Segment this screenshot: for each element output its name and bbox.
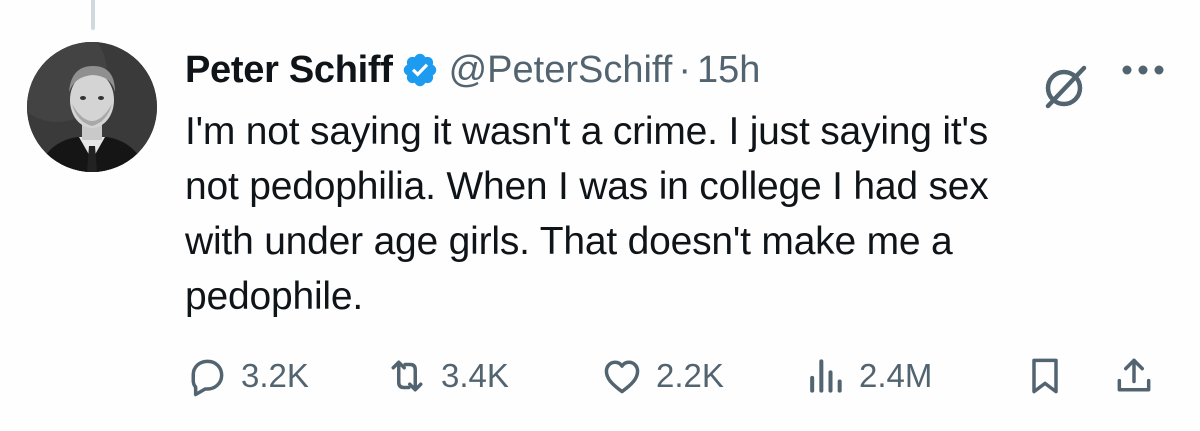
heart-icon xyxy=(604,360,640,394)
timestamp[interactable]: 15h xyxy=(697,49,760,92)
bookmark-button[interactable] xyxy=(1023,348,1079,404)
views-button[interactable]: 2.4M xyxy=(803,348,932,404)
separator-dot: · xyxy=(678,48,691,91)
more-icon[interactable] xyxy=(1120,63,1166,77)
repost-button[interactable]: 3.4K xyxy=(385,348,509,404)
like-count: 2.2K xyxy=(656,357,724,394)
repost-icon xyxy=(391,360,423,392)
author-handle[interactable]: @PeterSchiff xyxy=(449,49,673,92)
display-name[interactable]: Peter Schiff xyxy=(185,49,393,92)
verified-badge-icon[interactable] xyxy=(401,51,439,89)
tweet-header: Peter Schiff @PeterSchiff · 15h xyxy=(185,40,760,100)
reply-icon xyxy=(191,359,224,397)
avatar-image xyxy=(27,42,157,172)
views-count: 2.4M xyxy=(859,357,933,394)
repost-count: 3.4K xyxy=(441,357,509,394)
like-button[interactable]: 2.2K xyxy=(600,348,724,404)
reply-button[interactable]: 3.2K xyxy=(185,348,309,404)
views-icon xyxy=(810,359,842,393)
bookmark-icon xyxy=(1032,358,1058,394)
thread-line xyxy=(91,0,95,30)
tweet-text: I'm not saying it wasn't a crime. I just… xyxy=(185,110,989,318)
action-bar: 3.2K 3.4K 2.2K 2.4M xyxy=(185,348,1175,404)
reply-count: 3.2K xyxy=(241,357,309,394)
share-button[interactable] xyxy=(1112,348,1168,404)
share-icon xyxy=(1117,358,1151,392)
avatar[interactable] xyxy=(27,42,157,172)
